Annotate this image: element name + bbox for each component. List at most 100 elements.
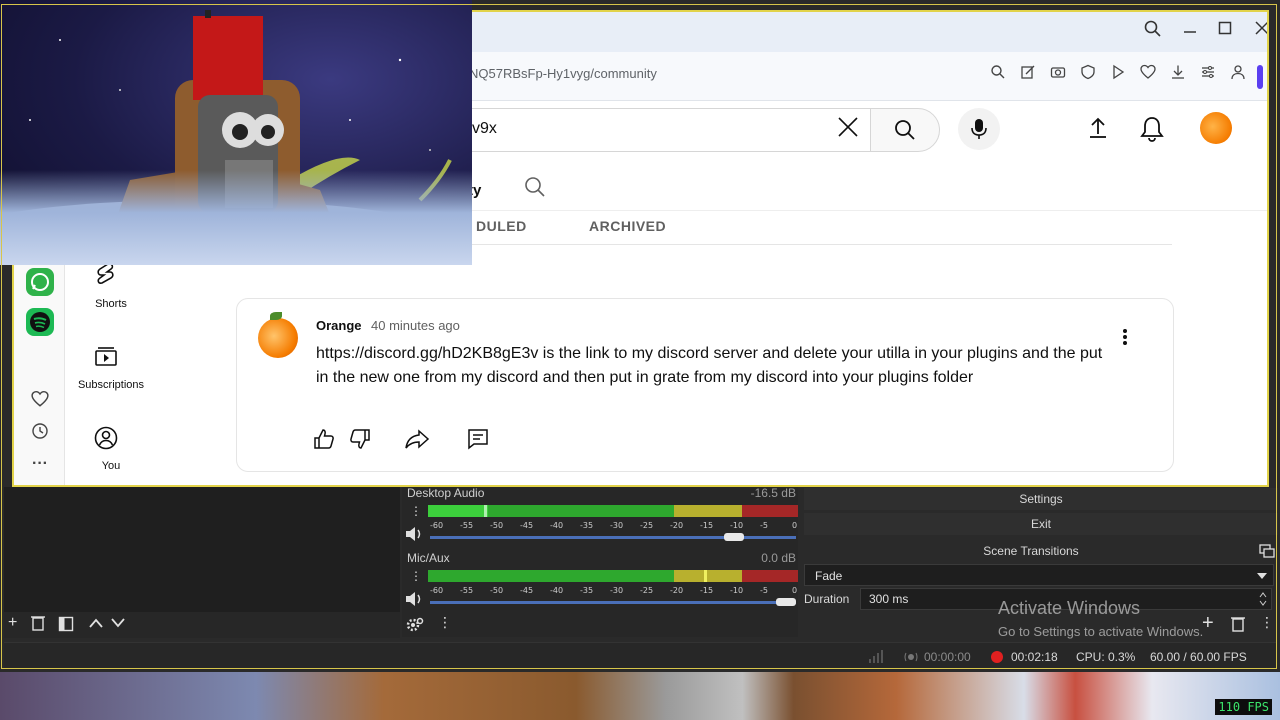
stream-time: 00:00:00 bbox=[924, 650, 971, 664]
shield-icon[interactable] bbox=[1078, 64, 1098, 84]
delete-scene-icon[interactable] bbox=[30, 614, 46, 637]
add-scene-icon[interactable]: + bbox=[8, 614, 17, 632]
account-avatar[interactable] bbox=[1200, 112, 1232, 144]
stream-status-icon bbox=[904, 652, 918, 662]
spinner-arrows-icon[interactable] bbox=[1259, 591, 1267, 607]
meter-tick: -30 bbox=[610, 521, 624, 530]
meter-tick: -15 bbox=[700, 521, 714, 530]
meter-tick: 0 bbox=[792, 586, 798, 595]
microphone-icon bbox=[971, 119, 987, 139]
whatsapp-icon[interactable] bbox=[26, 268, 54, 296]
post-action-menu-icon[interactable] bbox=[1122, 328, 1128, 352]
url-text[interactable]: NQ57RBsFp-Hy1vyg/community bbox=[469, 66, 657, 81]
delete-transition-icon[interactable] bbox=[1230, 615, 1246, 633]
webcam-overlay bbox=[0, 0, 472, 265]
channel-menu-icon[interactable]: ⋮ bbox=[410, 569, 422, 583]
notifications-bell-icon[interactable] bbox=[1140, 116, 1164, 147]
maximize-icon[interactable] bbox=[1214, 20, 1236, 42]
sidebar-toggle-icon[interactable] bbox=[1257, 65, 1263, 89]
volume-slider-knob[interactable] bbox=[776, 598, 796, 606]
scene-transitions-title: Scene Transitions bbox=[983, 544, 1079, 558]
favorites-heart-icon[interactable] bbox=[30, 390, 50, 410]
activate-windows-watermark: Activate Windows bbox=[998, 598, 1141, 618]
tab-scheduled[interactable]: DULED bbox=[476, 218, 527, 234]
channel-search-icon[interactable] bbox=[524, 176, 546, 203]
profile-icon[interactable] bbox=[1228, 64, 1248, 84]
play-icon[interactable] bbox=[1108, 64, 1128, 84]
mic-aux-volume-slider[interactable] bbox=[430, 601, 796, 604]
meter-tick: -50 bbox=[490, 521, 504, 530]
history-clock-icon[interactable] bbox=[30, 422, 50, 442]
speaker-icon[interactable] bbox=[404, 591, 424, 607]
zoom-icon[interactable] bbox=[988, 64, 1008, 84]
mixer-menu-icon[interactable]: ⋮ bbox=[438, 614, 452, 631]
you-icon[interactable] bbox=[94, 426, 122, 454]
more-dots-icon[interactable]: ··· bbox=[30, 454, 50, 474]
meter-tick: -25 bbox=[640, 586, 654, 595]
mixer-channel-db: -16.5 dB bbox=[750, 486, 796, 500]
meter-tick: -15 bbox=[700, 586, 714, 595]
search-button[interactable] bbox=[870, 108, 940, 152]
dislike-icon[interactable] bbox=[348, 427, 374, 453]
post-author-avatar[interactable] bbox=[258, 318, 298, 358]
channel-menu-icon[interactable]: ⋮ bbox=[410, 504, 422, 518]
download-icon[interactable] bbox=[1168, 64, 1188, 84]
heart-icon[interactable] bbox=[1138, 64, 1158, 84]
camera-icon[interactable] bbox=[1048, 64, 1068, 84]
move-down-icon[interactable] bbox=[110, 616, 126, 635]
recording-time: 00:02:18 bbox=[1011, 650, 1058, 664]
cloud-layer bbox=[0, 170, 472, 265]
fps-overlay-badge: 110 FPS bbox=[1215, 699, 1272, 715]
add-transition-icon[interactable]: + bbox=[1202, 612, 1214, 635]
meter-tick: -20 bbox=[670, 586, 684, 595]
meter-tick: 0 bbox=[792, 521, 798, 530]
meter-tick: -45 bbox=[520, 586, 534, 595]
settings-sliders-icon[interactable] bbox=[1198, 64, 1218, 84]
meter-tick: -5 bbox=[760, 586, 768, 595]
voice-search-button[interactable] bbox=[958, 108, 1000, 150]
meter-tick: -60 bbox=[430, 586, 444, 595]
transition-menu-icon[interactable]: ⋮ bbox=[1260, 614, 1274, 631]
shorts-icon[interactable] bbox=[94, 262, 122, 290]
minimize-icon[interactable] bbox=[1179, 20, 1201, 42]
meter-tick: -10 bbox=[730, 586, 744, 595]
close-icon[interactable] bbox=[1251, 20, 1267, 42]
meter-tick: -10 bbox=[730, 521, 744, 530]
edit-icon[interactable] bbox=[1018, 64, 1038, 84]
exit-button[interactable]: Exit bbox=[804, 513, 1278, 535]
guide-item-subscriptions[interactable]: Subscriptions bbox=[66, 379, 156, 391]
post-timestamp[interactable]: 40 minutes ago bbox=[371, 318, 460, 333]
chevron-down-icon bbox=[1257, 573, 1267, 579]
post-author-name[interactable]: Orange bbox=[316, 318, 362, 333]
subscriptions-icon[interactable] bbox=[94, 344, 122, 372]
filters-icon[interactable] bbox=[58, 616, 74, 637]
guide-item-you[interactable]: You bbox=[66, 460, 156, 472]
mixer-settings-gear-icon[interactable] bbox=[406, 617, 424, 633]
volume-slider-knob[interactable] bbox=[724, 533, 745, 541]
clear-search-icon[interactable] bbox=[836, 115, 860, 143]
avatar-leaf-decoration bbox=[270, 312, 282, 320]
search-icon bbox=[895, 120, 915, 140]
like-icon[interactable] bbox=[312, 427, 338, 453]
network-bars-icon bbox=[869, 650, 883, 663]
transition-select[interactable]: Fade bbox=[804, 564, 1274, 586]
share-icon[interactable] bbox=[404, 427, 430, 453]
search-input-value[interactable]: v9x bbox=[472, 120, 497, 138]
spotify-icon[interactable] bbox=[26, 308, 54, 336]
upload-icon[interactable] bbox=[1086, 116, 1110, 145]
undock-panel-icon[interactable] bbox=[1259, 544, 1275, 558]
meter-tick: -20 bbox=[670, 521, 684, 530]
speaker-icon[interactable] bbox=[404, 526, 424, 542]
meter-tick: -35 bbox=[580, 586, 594, 595]
guide-item-shorts[interactable]: Shorts bbox=[66, 298, 156, 310]
move-up-icon[interactable] bbox=[88, 616, 104, 635]
tab-archived[interactable]: ARCHIVED bbox=[589, 218, 666, 234]
search-icon[interactable] bbox=[1142, 20, 1164, 42]
meter-tick: -25 bbox=[640, 521, 654, 530]
settings-button[interactable]: Settings bbox=[804, 488, 1278, 510]
comments-icon[interactable] bbox=[466, 427, 492, 453]
meter-tick: -55 bbox=[460, 586, 474, 595]
duration-input-value: 300 ms bbox=[869, 592, 909, 606]
meter-tick: -40 bbox=[550, 586, 564, 595]
mixer-channel-name: Desktop Audio bbox=[407, 486, 485, 500]
